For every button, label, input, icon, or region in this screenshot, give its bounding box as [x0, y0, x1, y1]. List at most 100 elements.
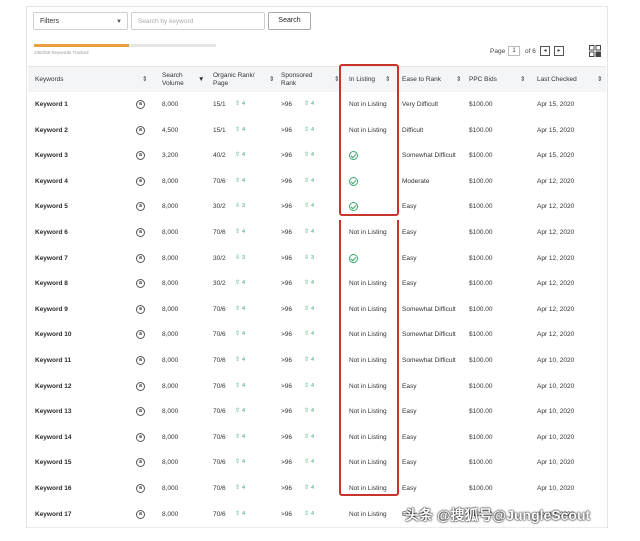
sort-icon[interactable]: ⇕	[142, 67, 147, 92]
ease-to-rank: Easy	[402, 408, 417, 416]
search-volume: 8,000	[162, 485, 179, 492]
amazon-search-icon[interactable]: a	[136, 356, 145, 365]
organic-rank-change: 4	[242, 305, 246, 312]
amazon-search-icon[interactable]: a	[136, 304, 145, 314]
col-ppc-bids[interactable]: PPC Bids	[469, 67, 519, 92]
table-row[interactable]: Keyword 10 a 8,000 70/6 ⇧ 4 >96 ⇧ 4 Not in Listin…	[28, 322, 606, 349]
amazon-search-icon[interactable]: a	[136, 509, 145, 519]
sponsored-rank-change: 4	[311, 203, 315, 210]
sponsored-rank-change: 4	[311, 152, 315, 159]
sort-icon[interactable]: ⇕	[520, 67, 525, 92]
amazon-search-icon[interactable]: a	[136, 407, 145, 417]
amazon-search-icon[interactable]: a	[136, 100, 145, 109]
rank-trend-icon: ⇧	[304, 126, 310, 133]
organic-rank: 40/2	[213, 152, 226, 160]
amazon-search-icon[interactable]: a	[136, 279, 145, 289]
search-button[interactable]: Search	[268, 12, 311, 30]
search-volume: 8,000	[162, 305, 179, 313]
last-checked-date: Apr 10, 2020	[537, 433, 575, 441]
table-row[interactable]: Keyword 3 a 3,200 40/2 ⇧ 4 >96 ⇧ 4 Somewhat Diffi…	[28, 143, 606, 170]
table-row[interactable]: Keyword 13 a 8,000 70/6 ⇧ 4 >96 ⇧ 4 Not in Listin…	[28, 399, 606, 426]
column-settings-icon[interactable]	[589, 45, 601, 57]
organic-rank-change: 4	[242, 382, 246, 389]
amazon-search-icon[interactable]: a	[136, 484, 145, 493]
sort-icon[interactable]: ⇕	[456, 67, 461, 92]
sponsored-rank: >96	[281, 229, 293, 236]
table-row[interactable]: Keyword 6 a 8,000 70/6 ⇧ 4 >96 ⇧ 4 Not in Listing…	[28, 220, 606, 247]
page-number-input[interactable]: 1	[508, 46, 520, 56]
sponsored-rank: >96	[281, 459, 293, 467]
sponsored-rank: >96	[281, 254, 293, 262]
search-volume: 8,000	[162, 382, 179, 390]
sponsored-rank-change: 4	[311, 510, 315, 517]
last-checked-date: Apr 15, 2020	[537, 126, 575, 134]
sponsored-rank: >96	[281, 177, 293, 185]
table-row[interactable]: Keyword 1 a 8,000 15/1 ⇧ 4 >96 ⇧ 4 Not in Listing…	[28, 92, 606, 119]
table-row[interactable]: Keyword 15 a 8,000 70/6 ⇧ 4 >96 ⇧ 4 Not in Listin…	[28, 450, 606, 477]
col-keywords[interactable]: Keywords	[35, 67, 145, 92]
search-volume: 3,200	[162, 152, 179, 160]
sponsored-rank-change: 4	[311, 408, 315, 415]
sort-icon[interactable]: ⇕	[334, 67, 339, 92]
sort-icon[interactable]: ⇕	[269, 67, 274, 92]
col-in-listing[interactable]: In Listing	[349, 67, 399, 92]
in-listing-status: Not in Listing	[349, 101, 387, 108]
organic-rank: 70/6	[213, 459, 226, 467]
table-row[interactable]: Keyword 5 a 8,000 30/2 ⇩ 3 >96 ⇧ 4 Easy $100.00 Apr…	[28, 194, 606, 221]
organic-rank-change: 4	[242, 177, 246, 184]
amazon-search-icon[interactable]: a	[136, 458, 145, 468]
sponsored-rank: >96	[281, 305, 293, 313]
amazon-search-icon[interactable]: a	[136, 176, 145, 186]
table-row[interactable]: Keyword 16 a 8,000 70/6 ⇧ 4 >96 ⇧ 4 Not in Listin…	[28, 476, 606, 503]
prev-page-button[interactable]: ◂	[540, 46, 550, 56]
last-checked-date: Apr 12, 2020	[537, 280, 575, 288]
search-input[interactable]	[131, 12, 265, 30]
amazon-search-icon[interactable]: a	[136, 381, 145, 391]
rank-trend-icon: ⇧	[304, 152, 310, 159]
ease-to-rank: Easy	[402, 459, 417, 467]
table-row[interactable]: Keyword 4 a 8,000 70/6 ⇧ 4 >96 ⇧ 4 Moderate $100.0…	[28, 168, 606, 196]
rank-trend-icon: ⇧	[235, 101, 241, 107]
search-volume: 8,000	[162, 177, 179, 185]
amazon-search-icon[interactable]: a	[136, 202, 145, 212]
table-row[interactable]: Keyword 12 a 8,000 70/6 ⇧ 4 >96 ⇧ 4 Not in Listin…	[28, 373, 606, 401]
in-listing-check-icon	[349, 176, 358, 186]
organic-rank: 70/6	[213, 177, 226, 185]
col-sponsored-rank[interactable]: Sponsored Rank	[281, 67, 336, 92]
table-row[interactable]: Keyword 2 a 4,500 15/1 ⇧ 4 >96 ⇧ 4 Not in Listing…	[28, 117, 606, 145]
table-row[interactable]: Keyword 9 a 8,000 70/6 ⇧ 4 >96 ⇧ 4 Not in Listing…	[28, 296, 606, 324]
amazon-search-icon[interactable]: a	[136, 432, 145, 442]
organic-rank-change: 4	[242, 152, 246, 159]
amazon-search-icon[interactable]: a	[136, 330, 145, 340]
amazon-search-icon[interactable]: a	[136, 228, 145, 237]
ppc-bid: $100.00	[469, 382, 493, 390]
col-organic-rank[interactable]: Organic Rank/ Page	[213, 67, 273, 92]
ppc-bid: $100.00	[469, 305, 493, 313]
table-row[interactable]: Keyword 7 a 8,000 30/2 ⇩ 3 >96 ⇩ 3 Easy $100.00 Apr…	[28, 245, 606, 273]
organic-rank: 70/6	[213, 433, 226, 441]
sort-desc-icon[interactable]: ▼	[198, 67, 204, 92]
amazon-search-icon[interactable]: a	[136, 151, 145, 161]
sort-icon[interactable]: ⇕	[385, 67, 390, 92]
page-label: Page	[490, 48, 506, 55]
amazon-search-icon[interactable]: a	[136, 253, 145, 263]
col-ease-to-rank[interactable]: Ease to Rank	[402, 67, 462, 92]
next-page-button[interactable]: ▸	[554, 46, 564, 56]
sort-icon[interactable]: ⇕	[597, 67, 602, 92]
table-row[interactable]: Keyword 14 a 8,000 70/6 ⇧ 4 >96 ⇧ 4 Not in Listin…	[28, 424, 606, 452]
sponsored-rank: >96	[281, 126, 293, 134]
table-row[interactable]: Keyword 11 a 8,000 70/6 ⇧ 4 >96 ⇧ 4 Not in Listin…	[28, 348, 606, 375]
organic-rank-change: 4	[242, 485, 246, 491]
table-row[interactable]: Keyword 8 a 8,000 30/2 ⇧ 4 >96 ⇧ 4 Not in Listing…	[28, 271, 606, 298]
rank-trend-icon: ⇧	[235, 152, 241, 159]
organic-rank-change: 4	[242, 357, 246, 363]
amazon-search-icon[interactable]: a	[136, 125, 145, 135]
col-last-checked[interactable]: Last Checked	[537, 67, 592, 92]
filters-dropdown[interactable]: Filters ▼	[33, 12, 128, 30]
keyword-text: Keyword 17	[35, 510, 72, 518]
rank-trend-icon: ⇧	[304, 433, 310, 440]
ease-to-rank: Easy	[402, 280, 417, 288]
in-listing-status: Not in Listing	[349, 485, 387, 492]
filters-label: Filters	[40, 18, 60, 25]
keyword-text: Keyword 14	[35, 433, 72, 441]
